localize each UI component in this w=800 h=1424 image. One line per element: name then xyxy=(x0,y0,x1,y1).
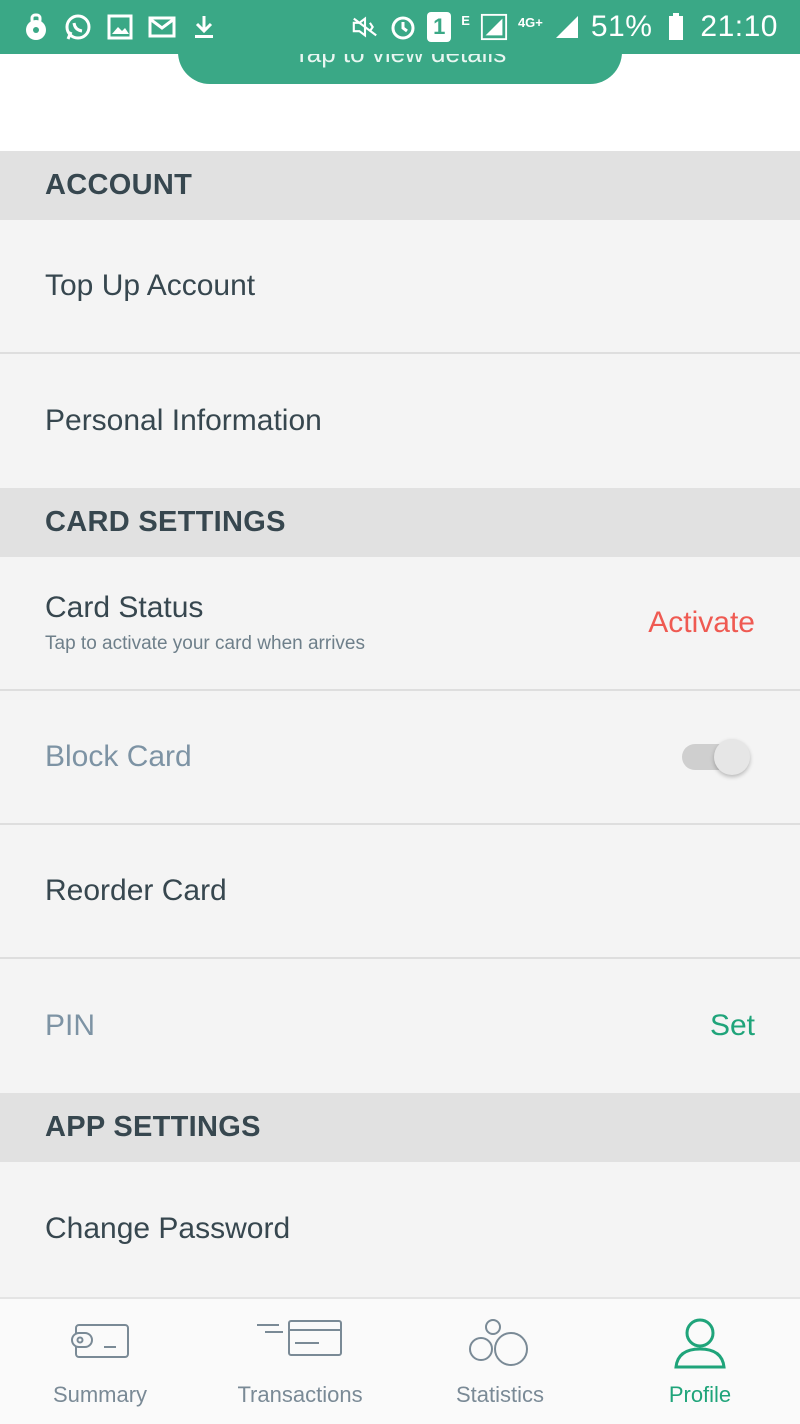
cell-signal-icon xyxy=(553,13,581,41)
activate-button[interactable]: Activate xyxy=(648,606,755,640)
row-title: PIN xyxy=(45,1009,96,1042)
nav-statistics[interactable]: Statistics xyxy=(400,1299,600,1424)
row-reorder-card[interactable]: Reorder Card xyxy=(0,825,800,959)
mute-icon xyxy=(351,13,379,41)
toggle-knob xyxy=(714,739,750,775)
row-block-card[interactable]: Block Card xyxy=(0,691,800,825)
row-title: Personal Information xyxy=(45,404,322,437)
card-transactions-icon xyxy=(255,1317,345,1366)
bottom-navigation: Summary Transactions Statistics Profile xyxy=(0,1297,800,1424)
row-text: Card Status Tap to activate your card wh… xyxy=(45,591,365,655)
edge-indicator: E xyxy=(461,12,470,28)
nav-transactions[interactable]: Transactions xyxy=(200,1299,400,1424)
row-card-status[interactable]: Card Status Tap to activate your card wh… xyxy=(0,557,800,691)
notification-icons xyxy=(22,13,218,41)
section-header-card-settings: CARD SETTINGS xyxy=(0,488,800,557)
circles-icon xyxy=(467,1317,533,1372)
system-icons: 1 E 4G+ 51% 21:10 xyxy=(351,10,778,44)
battery-percent: 51% xyxy=(590,10,653,43)
block-card-toggle[interactable] xyxy=(678,737,758,777)
row-title: Top Up Account xyxy=(45,269,256,302)
row-personal-information[interactable]: Personal Information xyxy=(0,354,800,488)
row-title: Card Status xyxy=(45,591,204,624)
set-pin-button[interactable]: Set xyxy=(710,1009,755,1043)
network-type: 4G+ xyxy=(517,14,543,30)
alarm-icon xyxy=(389,13,417,41)
row-title: Block Card xyxy=(45,740,192,773)
mail-icon xyxy=(148,13,176,41)
nav-label: Profile xyxy=(668,1382,732,1407)
nav-label: Transactions xyxy=(237,1382,363,1407)
row-pin[interactable]: PIN Set xyxy=(0,959,800,1093)
row-title: Reorder Card xyxy=(45,874,227,907)
row-top-up-account[interactable]: Top Up Account xyxy=(0,220,800,354)
nav-profile[interactable]: Profile xyxy=(600,1299,800,1424)
section-header-account: ACCOUNT xyxy=(0,151,800,220)
whatsapp-icon xyxy=(64,13,92,41)
battery-icon xyxy=(662,13,690,41)
row-title: Change Password xyxy=(45,1212,291,1245)
download-icon xyxy=(190,13,218,41)
settings-list: ACCOUNT Top Up Account Personal Informat… xyxy=(0,151,800,1296)
section-header-app-settings: APP SETTINGS xyxy=(0,1093,800,1162)
wallet-icon xyxy=(68,1317,132,1366)
row-change-password[interactable]: Change Password xyxy=(0,1162,800,1296)
signal-icon xyxy=(480,13,508,41)
lock-icon xyxy=(22,13,50,41)
nav-summary[interactable]: Summary xyxy=(0,1299,200,1424)
gallery-icon xyxy=(106,13,134,41)
row-subtitle: Tap to activate your card when arrives xyxy=(45,633,365,654)
user-icon xyxy=(672,1317,728,1374)
nav-label: Statistics xyxy=(455,1382,545,1407)
status-bar: 1 E 4G+ 51% 21:10 xyxy=(0,0,800,54)
sim-icon: 1 xyxy=(427,12,452,42)
nav-label: Summary xyxy=(52,1382,148,1407)
clock: 21:10 xyxy=(700,10,778,43)
